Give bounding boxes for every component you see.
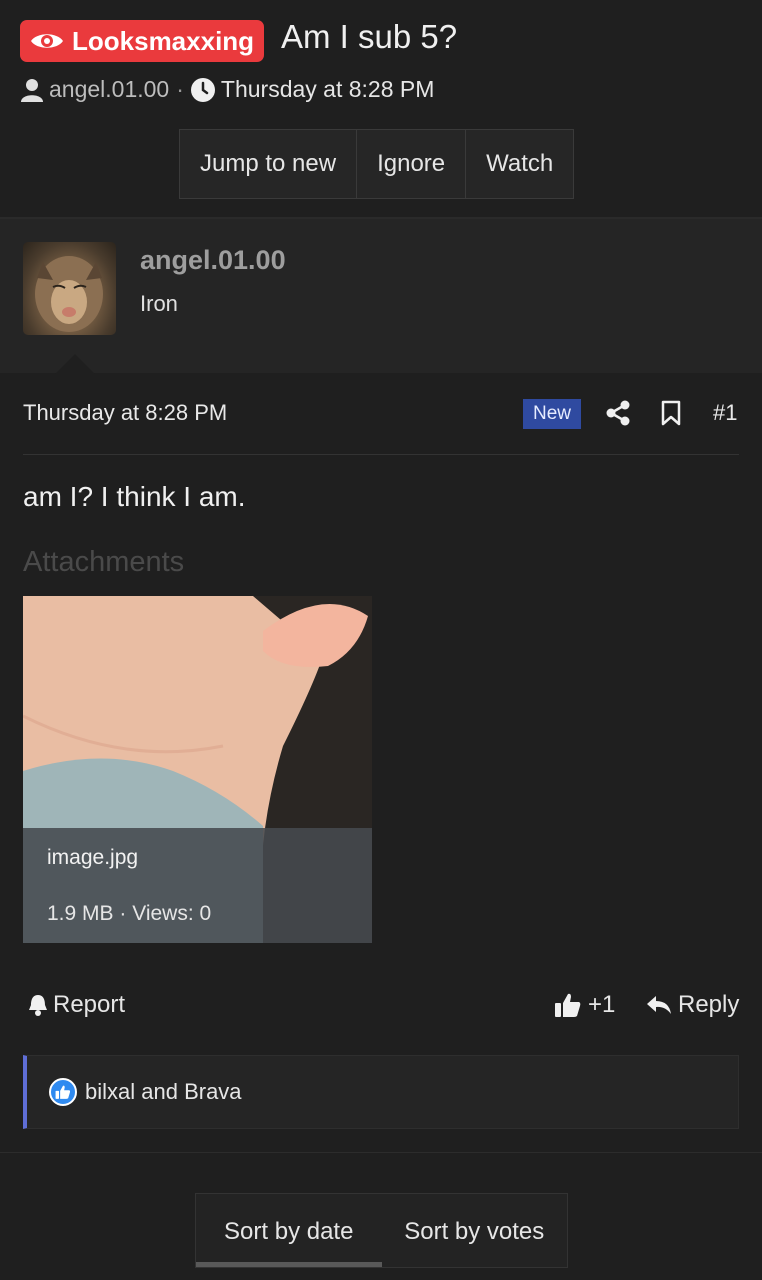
like-reaction-icon bbox=[49, 1078, 77, 1106]
clock-icon bbox=[190, 77, 215, 102]
thread-meta: angel.01.00 · Thursday at 8:28 PM bbox=[20, 76, 434, 103]
report-button[interactable]: Report bbox=[27, 991, 125, 1019]
thread-title: Am I sub 5? bbox=[281, 18, 458, 55]
avatar-image bbox=[35, 256, 103, 332]
watch-button[interactable]: Watch bbox=[466, 130, 573, 198]
post-body-text: am I? I think I am. bbox=[23, 481, 246, 512]
meta-separator: · bbox=[176, 76, 184, 102]
attachment-caption: image.jpg 1.9 MB · Views: 0 bbox=[23, 828, 372, 943]
sort-tabs: Sort by date Sort by votes bbox=[195, 1193, 568, 1268]
thread-prefix-label: Looksmaxxing bbox=[72, 25, 255, 56]
report-label: Report bbox=[53, 991, 126, 1018]
attachment-meta: 1.9 MB · Views: 0 bbox=[47, 902, 212, 925]
reply-label: Reply bbox=[678, 991, 740, 1018]
post-username[interactable]: angel.01.00 bbox=[140, 245, 286, 276]
bookmark-icon[interactable] bbox=[661, 400, 681, 426]
bell-icon bbox=[29, 995, 47, 1016]
post-date[interactable]: Thursday at 8:28 PM bbox=[23, 400, 227, 426]
thread-action-buttons: Jump to new Ignore Watch bbox=[179, 129, 575, 199]
eye-icon bbox=[31, 34, 63, 48]
post-divider bbox=[23, 454, 739, 455]
reply-icon bbox=[647, 996, 671, 1014]
attachment-filename[interactable]: image.jpg bbox=[47, 846, 138, 870]
user-icon bbox=[21, 78, 43, 102]
sort-by-date-tab[interactable]: Sort by date bbox=[196, 1194, 382, 1267]
attachments-heading: Attachments bbox=[23, 546, 185, 578]
reply-button[interactable]: Reply bbox=[646, 991, 739, 1019]
thread-date: Thursday at 8:28 PM bbox=[220, 76, 435, 102]
thread-prefix-badge[interactable]: Looksmaxxing bbox=[20, 20, 265, 62]
avatar[interactable] bbox=[23, 242, 116, 335]
thread-author[interactable]: angel.01.00 bbox=[49, 76, 169, 103]
user-panel-arrow bbox=[55, 354, 95, 374]
new-badge: New bbox=[523, 399, 581, 429]
like-button[interactable]: +1 bbox=[554, 991, 615, 1019]
divider bbox=[0, 1152, 762, 1153]
ignore-button[interactable]: Ignore bbox=[357, 130, 467, 198]
like-label: +1 bbox=[588, 991, 616, 1018]
post-permalink[interactable]: #1 bbox=[713, 400, 737, 426]
attachment-thumbnail[interactable]: image.jpg 1.9 MB · Views: 0 bbox=[23, 596, 372, 943]
share-icon[interactable] bbox=[606, 400, 630, 426]
user-title: Iron bbox=[140, 291, 178, 316]
thumbs-up-icon bbox=[555, 993, 581, 1017]
jump-to-new-button[interactable]: Jump to new bbox=[180, 130, 358, 198]
sort-by-votes-tab[interactable]: Sort by votes bbox=[382, 1194, 568, 1267]
reactions-text: bilxal and Brava bbox=[85, 1079, 242, 1104]
reactions-bar[interactable]: bilxal and Brava bbox=[23, 1055, 739, 1129]
